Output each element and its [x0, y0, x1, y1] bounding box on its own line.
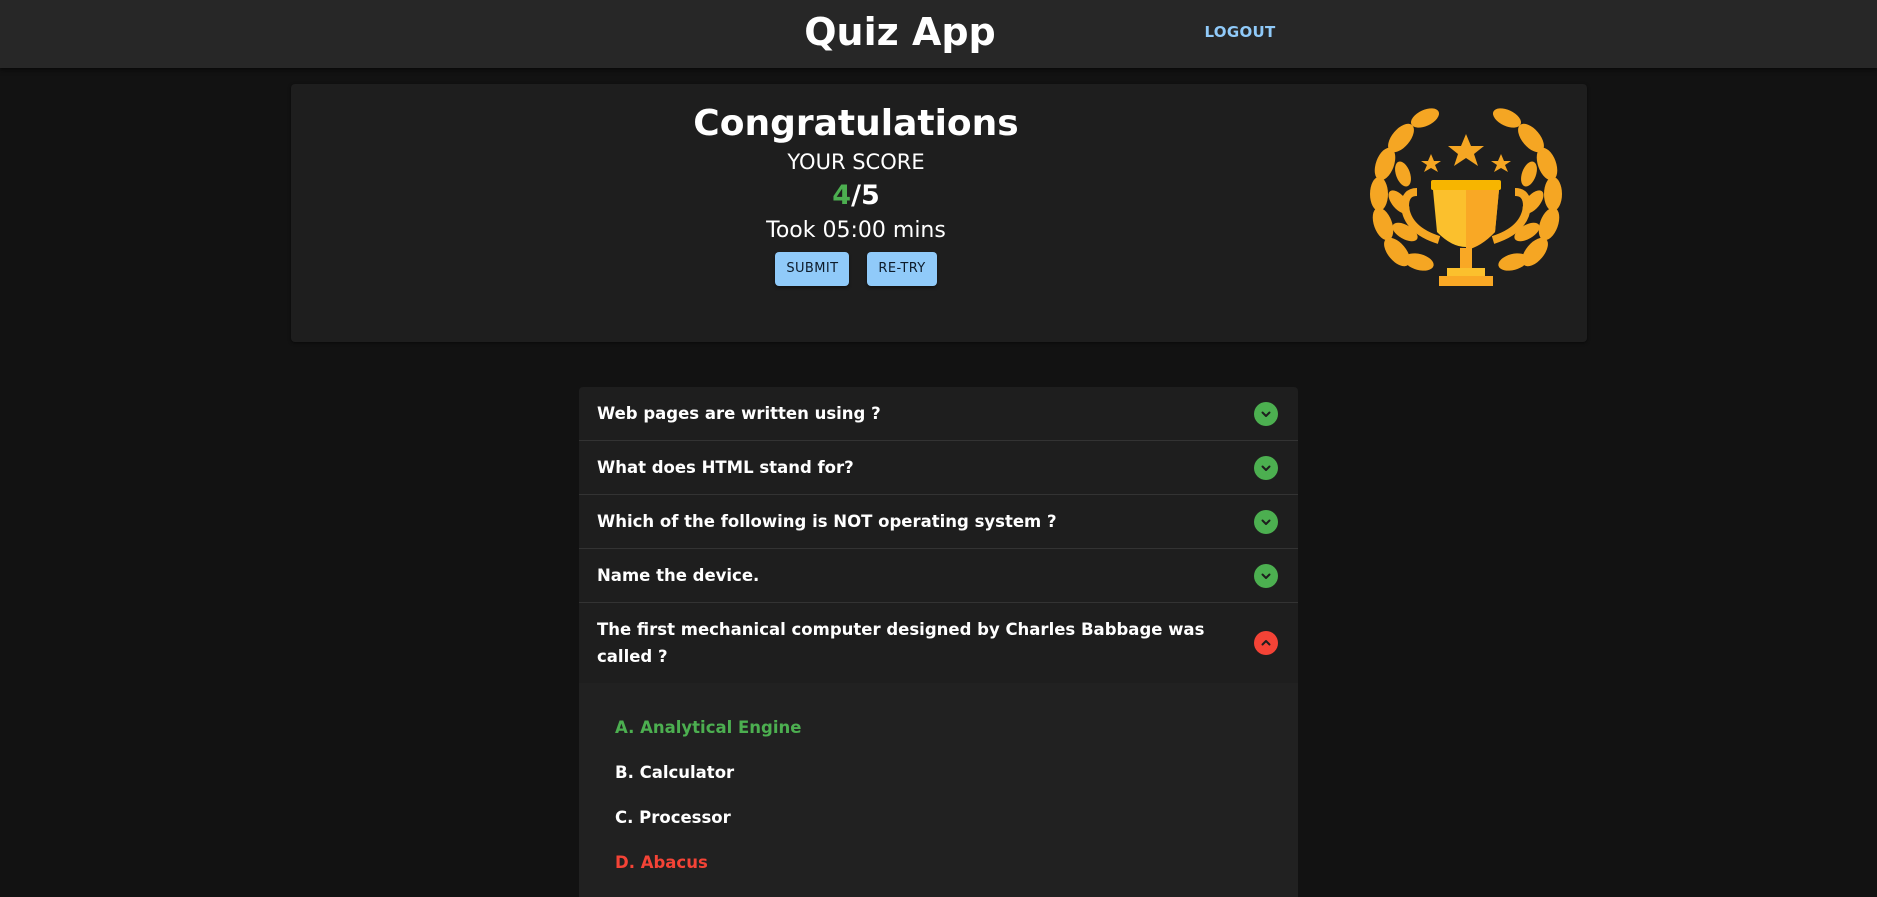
time-taken: Took 05:00 mins [766, 218, 946, 243]
question-item: Name the device. [579, 549, 1298, 603]
app-bar: Quiz App LOGOUT [0, 0, 1877, 68]
question-header[interactable]: Web pages are written using ? [579, 387, 1298, 440]
answer-option: C. Processor [615, 808, 731, 827]
answer-option: A. Analytical Engine [615, 718, 802, 737]
result-card: Congratulations YOUR SCORE 4/5 Took 05:0… [291, 84, 1587, 342]
result-actions: SUBMIT RE-TRY [606, 252, 1106, 286]
score-label: YOUR SCORE [787, 150, 925, 174]
question-text: What does HTML stand for? [597, 458, 854, 477]
answer-option: B. Calculator [615, 763, 735, 782]
score-separator: / [851, 180, 861, 211]
question-review-list: Web pages are written using ? What does H… [579, 387, 1298, 897]
submit-button[interactable]: SUBMIT [775, 252, 850, 286]
question-text: The first mechanical computer designed b… [597, 620, 1205, 666]
chevron-down-icon[interactable] [1254, 563, 1278, 588]
question-header[interactable]: Which of the following is NOT operating … [579, 495, 1298, 548]
question-text: Which of the following is NOT operating … [597, 512, 1057, 531]
app-title: Quiz App [804, 10, 996, 54]
answer-options: A. Analytical Engine B. Calculator C. Proc… [579, 683, 1298, 897]
score-total: 5 [860, 180, 880, 211]
question-header[interactable]: What does HTML stand for? [579, 441, 1298, 494]
chevron-down-icon[interactable] [1254, 455, 1278, 480]
question-item: The first mechanical computer designed b… [579, 603, 1298, 897]
chevron-down-icon[interactable] [1254, 401, 1278, 426]
answer-option: D. Abacus [615, 853, 708, 872]
score-value: 4/5 [606, 178, 1106, 214]
question-text: Web pages are written using ? [597, 404, 881, 423]
result-summary: Congratulations YOUR SCORE 4/5 Took 05:0… [606, 102, 1106, 286]
result-heading: Congratulations [693, 103, 1019, 144]
question-item: What does HTML stand for? [579, 441, 1298, 495]
trophy-icon [1370, 108, 1562, 286]
question-item: Web pages are written using ? [579, 387, 1298, 441]
question-header[interactable]: The first mechanical computer designed b… [579, 603, 1298, 683]
logout-button[interactable]: LOGOUT [1190, 0, 1290, 64]
chevron-down-icon[interactable] [1254, 509, 1278, 534]
retry-button[interactable]: RE-TRY [867, 252, 937, 286]
question-item: Which of the following is NOT operating … [579, 495, 1298, 549]
question-header[interactable]: Name the device. [579, 549, 1298, 602]
score-correct: 4 [832, 180, 852, 211]
chevron-up-icon[interactable] [1254, 631, 1278, 655]
question-text: Name the device. [597, 566, 760, 585]
